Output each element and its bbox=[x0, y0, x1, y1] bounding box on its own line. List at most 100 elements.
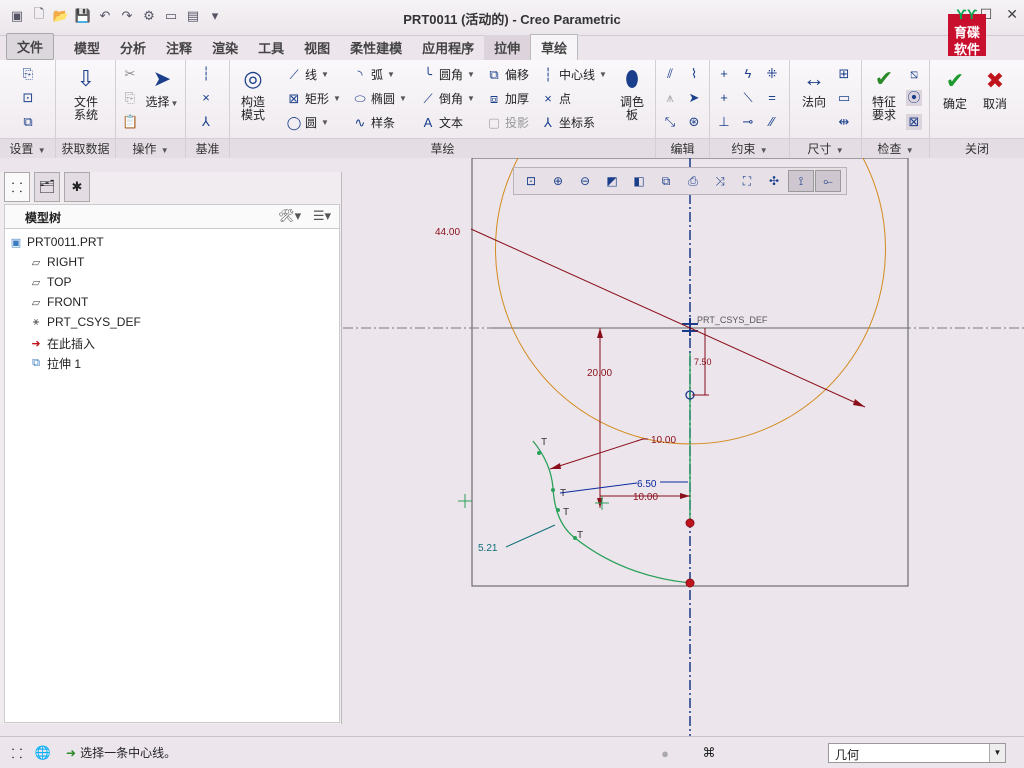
perspective-icon[interactable]: ⤨ bbox=[707, 170, 733, 192]
modify-icon[interactable]: ⫽ bbox=[662, 66, 678, 82]
perimeter-icon[interactable]: ⊞ bbox=[836, 66, 852, 82]
tree-columns-icon[interactable]: ☰▾ bbox=[313, 208, 331, 223]
zoom-in-icon[interactable]: ⊕ bbox=[545, 170, 571, 192]
file-system-button[interactable]: ⇩ 文件 系统 bbox=[66, 64, 106, 122]
datum-csys-icon[interactable]: ⅄ bbox=[198, 114, 214, 130]
text-button[interactable]: A 文本 bbox=[420, 114, 463, 131]
repaint-icon[interactable]: ◩ bbox=[599, 170, 625, 192]
tree-item-right[interactable]: ▱ RIGHT bbox=[29, 255, 85, 269]
display-style-icon[interactable]: ◧ bbox=[626, 170, 652, 192]
tab-tools[interactable]: 工具 bbox=[248, 35, 294, 60]
datum-display-icon[interactable]: ⛶ bbox=[734, 170, 760, 192]
group-inspect-label[interactable]: 检查 ▼ bbox=[862, 138, 929, 158]
construction-mode-button[interactable]: ◎ 构造 模式 bbox=[232, 64, 274, 122]
sketch-setup-icon[interactable]: ⎘ bbox=[20, 66, 36, 82]
select-button[interactable]: ➤ 选择▼ bbox=[144, 64, 180, 110]
tree-item-top[interactable]: ▱ TOP bbox=[29, 275, 72, 289]
baseline-icon[interactable]: ⇹ bbox=[836, 114, 852, 130]
tree-item-front[interactable]: ▱ FRONT bbox=[29, 295, 89, 309]
thicken-button[interactable]: ⧈ 加厚 bbox=[486, 90, 529, 107]
project-button[interactable]: ▢ 投影 bbox=[486, 114, 529, 131]
tab-render[interactable]: 渲染 bbox=[202, 35, 248, 60]
tree-item-csys[interactable]: ⚹ PRT_CSYS_DEF bbox=[29, 315, 141, 329]
arc-button[interactable]: ◝ 弧 ▼ bbox=[352, 66, 394, 83]
tree-item-extrude[interactable]: ⧉ 拉伸 1 bbox=[29, 355, 81, 372]
group-dimension-label[interactable]: 尺寸 ▼ bbox=[790, 138, 861, 158]
sketch-view-icon[interactable]: ⧉ bbox=[20, 114, 36, 130]
folder-browser-tab-icon[interactable]: 🗂 bbox=[34, 172, 60, 202]
highlight-open-ends-icon[interactable]: ⦿ bbox=[906, 90, 922, 106]
midpoint-constraint-icon[interactable]: ⟍ bbox=[740, 90, 756, 106]
mirror-icon[interactable]: ⩚ bbox=[662, 90, 678, 106]
tree-settings-icon[interactable]: 🛠▾ bbox=[278, 208, 301, 223]
point-button[interactable]: × 点 bbox=[540, 90, 571, 107]
fillet-button[interactable]: ╰ 圆角 ▼ bbox=[420, 66, 475, 83]
chevron-down-icon[interactable]: ▼ bbox=[989, 744, 1005, 762]
centerline-button[interactable]: ┆ 中心线 ▼ bbox=[540, 66, 607, 83]
feature-requirements-button[interactable]: ✔ 特征 要求 bbox=[864, 64, 904, 122]
normal-dimension-button[interactable]: ↔ 法向 bbox=[794, 64, 834, 109]
zoom-out-icon[interactable]: ⊖ bbox=[572, 170, 598, 192]
group-constrain-label[interactable]: 约束 ▼ bbox=[710, 138, 789, 158]
coordsys-button[interactable]: ⅄ 坐标系 bbox=[540, 114, 595, 131]
sketcher-display-icon[interactable]: ⟟ bbox=[788, 170, 814, 192]
view-manager-icon[interactable]: ⎙ bbox=[680, 170, 706, 192]
model-tree-tab-icon[interactable]: ⸬ bbox=[4, 172, 30, 202]
cut-icon[interactable]: ✂ bbox=[122, 66, 138, 82]
group-setup-label[interactable]: 设置 ▼ bbox=[0, 138, 55, 158]
sketch-canvas[interactable]: T T T T PRT_CSYS_DEF 44.00 20.00 7.50 10… bbox=[343, 158, 1024, 736]
tab-flexible-modeling[interactable]: 柔性建模 bbox=[340, 35, 412, 60]
overlap-geometry-icon[interactable]: ⧅ bbox=[906, 66, 922, 82]
tab-annotate[interactable]: 注释 bbox=[156, 35, 202, 60]
datum-point-icon[interactable]: × bbox=[198, 90, 214, 106]
spin-center-icon[interactable]: ✣ bbox=[761, 170, 787, 192]
palette-button[interactable]: ⬮ 调色 板 bbox=[612, 64, 652, 122]
tab-applications[interactable]: 应用程序 bbox=[412, 35, 484, 60]
horizontal-constraint-icon[interactable]: + bbox=[716, 90, 732, 106]
tab-file[interactable]: 文件 bbox=[6, 33, 55, 60]
selection-filter[interactable]: 几何 ▼ bbox=[828, 743, 1006, 763]
saved-views-icon[interactable]: ⧉ bbox=[653, 170, 679, 192]
copy-icon[interactable]: ⎘ bbox=[122, 90, 138, 106]
browser-toggle-icon[interactable]: 🌐 bbox=[34, 744, 52, 762]
cancel-button[interactable]: ✖ 取消 bbox=[978, 66, 1012, 111]
spline-button[interactable]: ∿ 样条 bbox=[352, 114, 395, 131]
tab-analysis[interactable]: 分析 bbox=[110, 35, 156, 60]
close-icon[interactable]: ✕ bbox=[1006, 6, 1018, 23]
rotate-resize-icon[interactable]: ⊛ bbox=[686, 114, 702, 130]
offset-button[interactable]: ⧉ 偏移 bbox=[486, 66, 529, 83]
chamfer-button[interactable]: ⟋ 倒角 ▼ bbox=[420, 90, 475, 107]
circle-button[interactable]: ◯ 圆 ▼ bbox=[286, 114, 329, 131]
equal-constraint-icon[interactable]: = bbox=[764, 90, 780, 106]
tree-item-part[interactable]: ▣ PRT0011.PRT bbox=[9, 235, 104, 249]
rectangle-button[interactable]: ⊠ 矩形 ▼ bbox=[286, 90, 341, 107]
tab-view[interactable]: 视图 bbox=[294, 35, 340, 60]
constraint-display-icon[interactable]: ⟜ bbox=[815, 170, 841, 192]
favorites-tab-icon[interactable]: ✱ bbox=[64, 172, 90, 202]
tab-sketch[interactable]: 草绘 bbox=[530, 34, 579, 60]
group-operations-label[interactable]: 操作 ▼ bbox=[116, 138, 185, 158]
refit-icon[interactable]: ⊡ bbox=[518, 170, 544, 192]
parallel-constraint-icon[interactable]: ∕∕ bbox=[764, 114, 780, 130]
line-button[interactable]: ⟋ 线 ▼ bbox=[286, 66, 329, 83]
selection-binoculars-icon[interactable]: ⌘ bbox=[700, 744, 718, 762]
reference-icon[interactable]: ⊡ bbox=[20, 90, 36, 106]
paste-icon[interactable]: 📋 bbox=[122, 114, 138, 130]
tab-model[interactable]: 模型 bbox=[64, 35, 110, 60]
vertical-constraint-icon[interactable]: + bbox=[716, 66, 732, 82]
navigator-toggle-icon[interactable]: ⸬ bbox=[8, 744, 26, 762]
tree-item-insert-here[interactable]: ➜ 在此插入 bbox=[29, 335, 95, 352]
symmetric-constraint-icon[interactable]: ⁜ bbox=[764, 66, 780, 82]
perpendicular-constraint-icon[interactable]: ⊥ bbox=[716, 114, 732, 130]
reference-dim-icon[interactable]: ▭ bbox=[836, 90, 852, 106]
shade-closed-loops-icon[interactable]: ⊠ bbox=[906, 114, 922, 130]
graphics-area[interactable]: T T T T PRT_CSYS_DEF 44.00 20.00 7.50 10… bbox=[343, 158, 1024, 736]
tangent-constraint-icon[interactable]: ϟ bbox=[740, 66, 756, 82]
corner-icon[interactable]: ➤ bbox=[686, 90, 702, 106]
divide-icon[interactable]: ⤡ bbox=[662, 114, 678, 130]
ok-button[interactable]: ✔ 确定 bbox=[938, 66, 972, 111]
coincident-constraint-icon[interactable]: ⊸ bbox=[740, 114, 756, 130]
delete-segment-icon[interactable]: ⌇ bbox=[686, 66, 702, 82]
datum-centerline-icon[interactable]: ┆ bbox=[198, 66, 214, 82]
tab-extrude[interactable]: 拉伸 bbox=[484, 35, 531, 60]
